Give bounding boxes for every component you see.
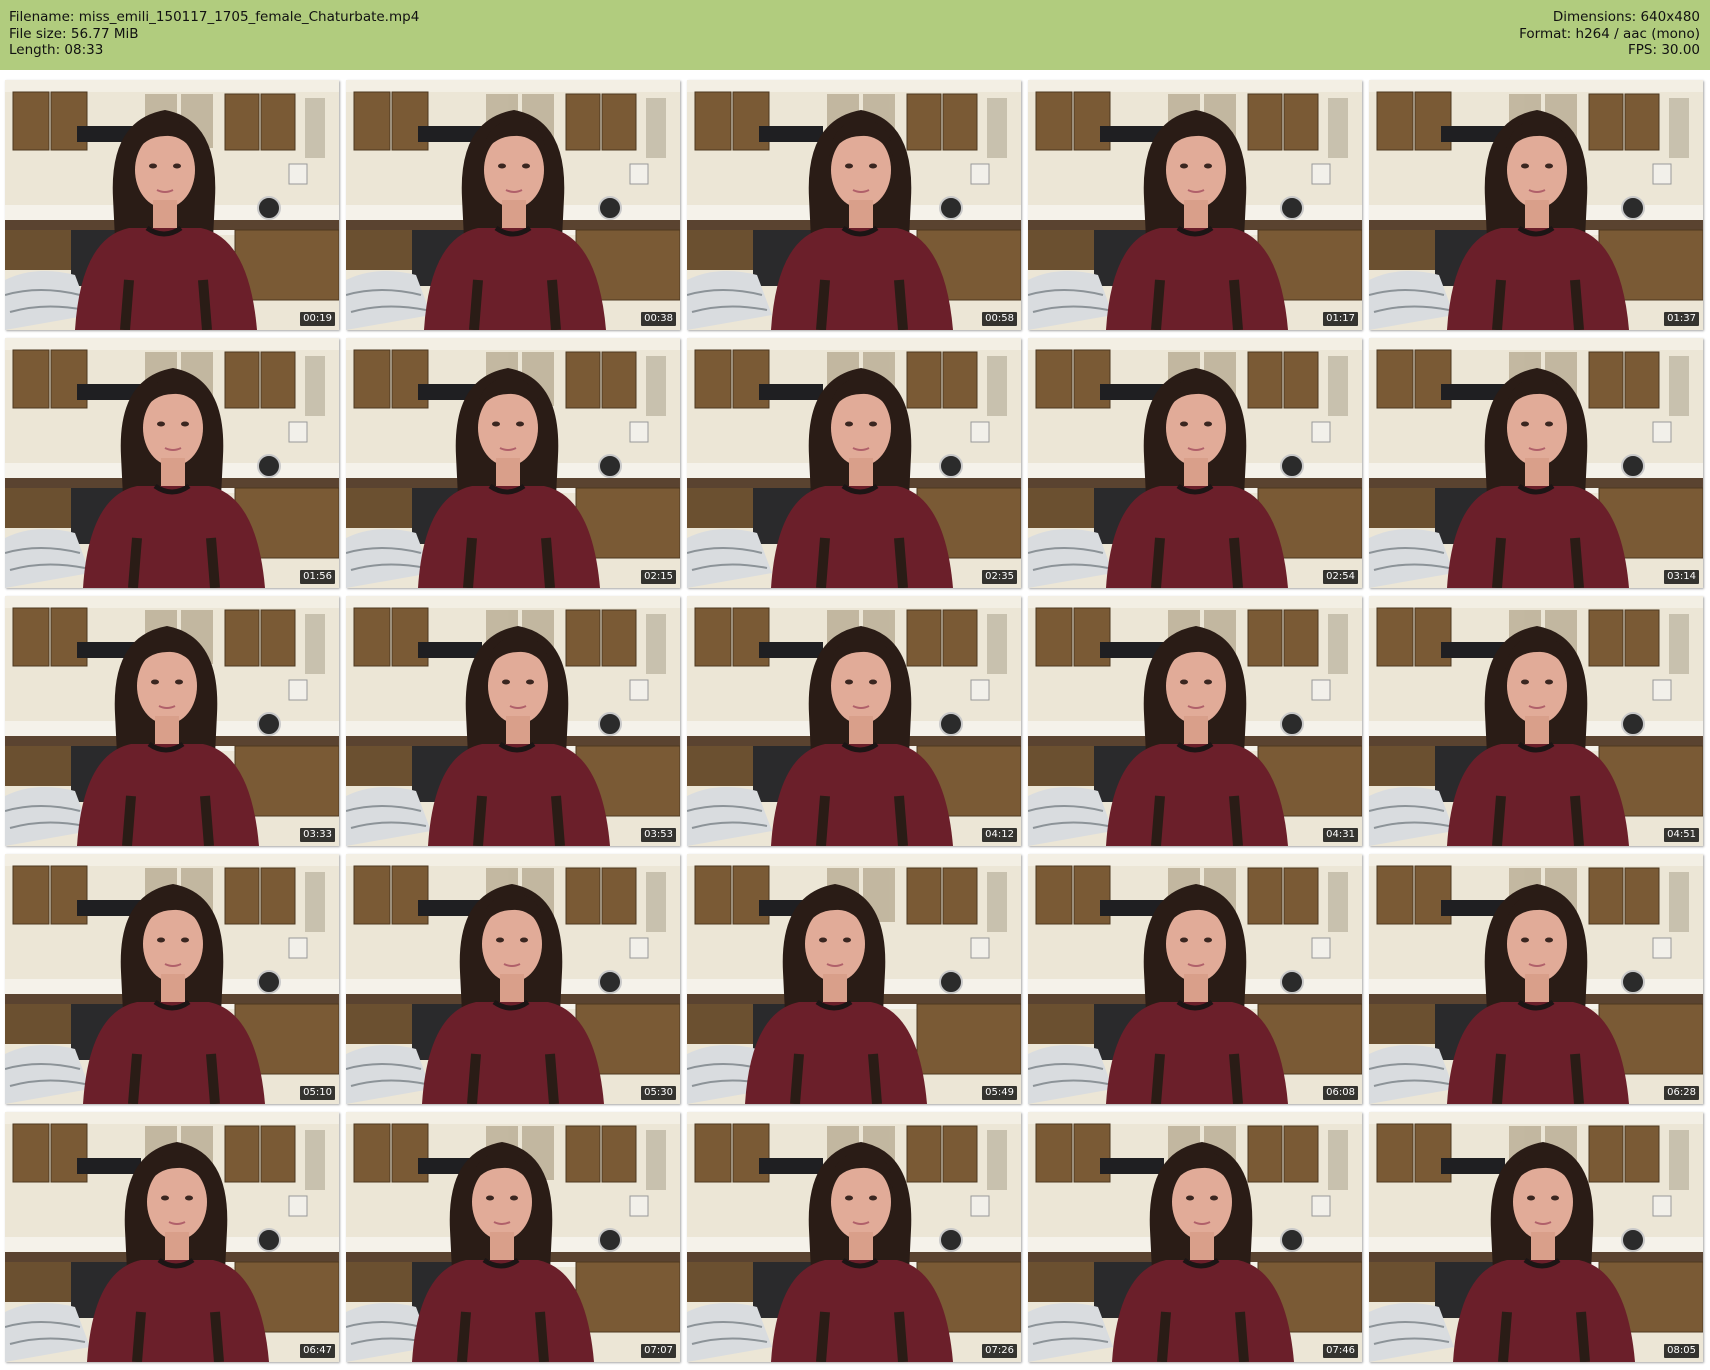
thumbnail-frame	[5, 1112, 339, 1362]
length-value: 08:33	[64, 42, 104, 58]
thumbnail-timestamp: 02:54	[1323, 570, 1358, 584]
video-thumbnail[interactable]: 04:31	[1028, 596, 1362, 846]
video-thumbnail[interactable]: 00:38	[346, 80, 680, 330]
format-label: Format:	[1519, 25, 1572, 42]
thumbnail-timestamp: 01:56	[300, 570, 335, 584]
video-thumbnail[interactable]: 07:26	[687, 1112, 1021, 1362]
thumbnail-timestamp: 02:35	[982, 570, 1017, 584]
filesize-label: File size:	[9, 25, 67, 42]
thumbnail-timestamp: 06:47	[300, 1344, 335, 1358]
filename-row: Filename: miss_emili_150117_1705_female_…	[9, 9, 419, 26]
thumbnail-frame	[1028, 338, 1362, 588]
thumbnail-grid: 00:19 00:38 00:58 01:17 01:37 01:56 02:1…	[0, 78, 1710, 1370]
thumbnail-timestamp: 01:37	[1664, 312, 1699, 326]
video-thumbnail[interactable]: 04:51	[1369, 596, 1703, 846]
dimensions-row: Dimensions: 640x480	[1519, 9, 1700, 26]
thumbnail-timestamp: 04:51	[1664, 828, 1699, 842]
thumbnail-frame	[687, 1112, 1021, 1362]
thumbnail-frame	[1028, 596, 1362, 846]
thumbnail-timestamp: 03:33	[300, 828, 335, 842]
thumbnail-timestamp: 04:12	[982, 828, 1017, 842]
thumbnail-timestamp: 00:38	[641, 312, 676, 326]
fps-row: FPS: 30.00	[1519, 42, 1700, 59]
video-thumbnail[interactable]: 06:08	[1028, 854, 1362, 1104]
thumbnail-timestamp: 05:10	[300, 1086, 335, 1100]
thumbnail-timestamp: 03:14	[1664, 570, 1699, 584]
video-thumbnail[interactable]: 07:46	[1028, 1112, 1362, 1362]
thumbnail-frame	[1369, 80, 1703, 330]
dimensions-value: 640x480	[1640, 9, 1700, 25]
video-thumbnail[interactable]: 02:15	[346, 338, 680, 588]
thumbnail-timestamp: 00:58	[982, 312, 1017, 326]
video-thumbnail[interactable]: 01:17	[1028, 80, 1362, 330]
thumbnail-timestamp: 00:19	[300, 312, 335, 326]
video-thumbnail[interactable]: 05:30	[346, 854, 680, 1104]
filesize-row: File size: 56.77 MiB	[9, 26, 419, 43]
thumbnail-timestamp: 07:46	[1323, 1344, 1358, 1358]
thumbnail-frame	[346, 596, 680, 846]
thumbnail-timestamp: 07:07	[641, 1344, 676, 1358]
thumbnail-frame	[5, 338, 339, 588]
file-info-right: Dimensions: 640x480 Format: h264 / aac (…	[1519, 9, 1700, 59]
thumbnail-timestamp: 01:17	[1323, 312, 1358, 326]
thumbnail-frame	[346, 854, 680, 1104]
thumbnail-frame	[687, 854, 1021, 1104]
video-thumbnail[interactable]: 00:19	[5, 80, 339, 330]
file-info-left: Filename: miss_emili_150117_1705_female_…	[9, 9, 419, 59]
thumbnail-timestamp: 02:15	[641, 570, 676, 584]
thumbnail-frame	[346, 1112, 680, 1362]
video-thumbnail[interactable]: 05:10	[5, 854, 339, 1104]
thumbnail-frame	[5, 80, 339, 330]
filesize-value: 56.77 MiB	[70, 25, 139, 42]
thumbnail-timestamp: 03:53	[641, 828, 676, 842]
thumbnail-frame	[687, 596, 1021, 846]
length-row: Length: 08:33	[9, 42, 419, 59]
thumbnail-frame	[687, 80, 1021, 330]
video-thumbnail[interactable]: 04:12	[687, 596, 1021, 846]
thumbnail-timestamp: 08:05	[1664, 1344, 1699, 1358]
thumbnail-timestamp: 05:30	[641, 1086, 676, 1100]
format-row: Format: h264 / aac (mono)	[1519, 26, 1700, 43]
video-thumbnail[interactable]: 02:35	[687, 338, 1021, 588]
fps-value: 30.00	[1661, 42, 1700, 58]
video-thumbnail[interactable]: 02:54	[1028, 338, 1362, 588]
video-thumbnail[interactable]: 01:56	[5, 338, 339, 588]
thumbnail-frame	[1028, 854, 1362, 1104]
video-thumbnail[interactable]: 06:28	[1369, 854, 1703, 1104]
thumbnail-frame	[346, 80, 680, 330]
filename-value: miss_emili_150117_1705_female_Chaturbate…	[78, 9, 420, 25]
video-thumbnail[interactable]: 03:14	[1369, 338, 1703, 588]
thumbnail-frame	[346, 338, 680, 588]
video-thumbnail[interactable]: 07:07	[346, 1112, 680, 1362]
video-thumbnail[interactable]: 06:47	[5, 1112, 339, 1362]
video-thumbnail[interactable]: 01:37	[1369, 80, 1703, 330]
filename-label: Filename:	[9, 9, 75, 25]
thumbnail-frame	[5, 854, 339, 1104]
thumbnail-timestamp: 07:26	[982, 1344, 1017, 1358]
thumbnail-timestamp: 04:31	[1323, 828, 1358, 842]
video-thumbnail[interactable]: 08:05	[1369, 1112, 1703, 1362]
thumbnail-frame	[5, 596, 339, 846]
thumbnail-timestamp: 06:08	[1323, 1086, 1358, 1100]
file-info-header: Filename: miss_emili_150117_1705_female_…	[0, 0, 1710, 70]
thumbnail-timestamp: 05:49	[982, 1086, 1017, 1100]
fps-label: FPS:	[1628, 42, 1658, 58]
thumbnail-frame	[687, 338, 1021, 588]
length-label: Length:	[9, 42, 61, 58]
thumbnail-timestamp: 06:28	[1664, 1086, 1699, 1100]
thumbnail-frame	[1028, 1112, 1362, 1362]
thumbnail-frame	[1369, 854, 1703, 1104]
thumbnail-frame	[1369, 596, 1703, 846]
thumbnail-frame	[1369, 1112, 1703, 1362]
dimensions-label: Dimensions:	[1552, 9, 1637, 25]
thumbnail-frame	[1369, 338, 1703, 588]
video-thumbnail[interactable]: 03:33	[5, 596, 339, 846]
format-value: h264 / aac (mono)	[1575, 25, 1700, 42]
video-thumbnail[interactable]: 03:53	[346, 596, 680, 846]
video-thumbnail[interactable]: 05:49	[687, 854, 1021, 1104]
thumbnail-frame	[1028, 80, 1362, 330]
video-thumbnail[interactable]: 00:58	[687, 80, 1021, 330]
